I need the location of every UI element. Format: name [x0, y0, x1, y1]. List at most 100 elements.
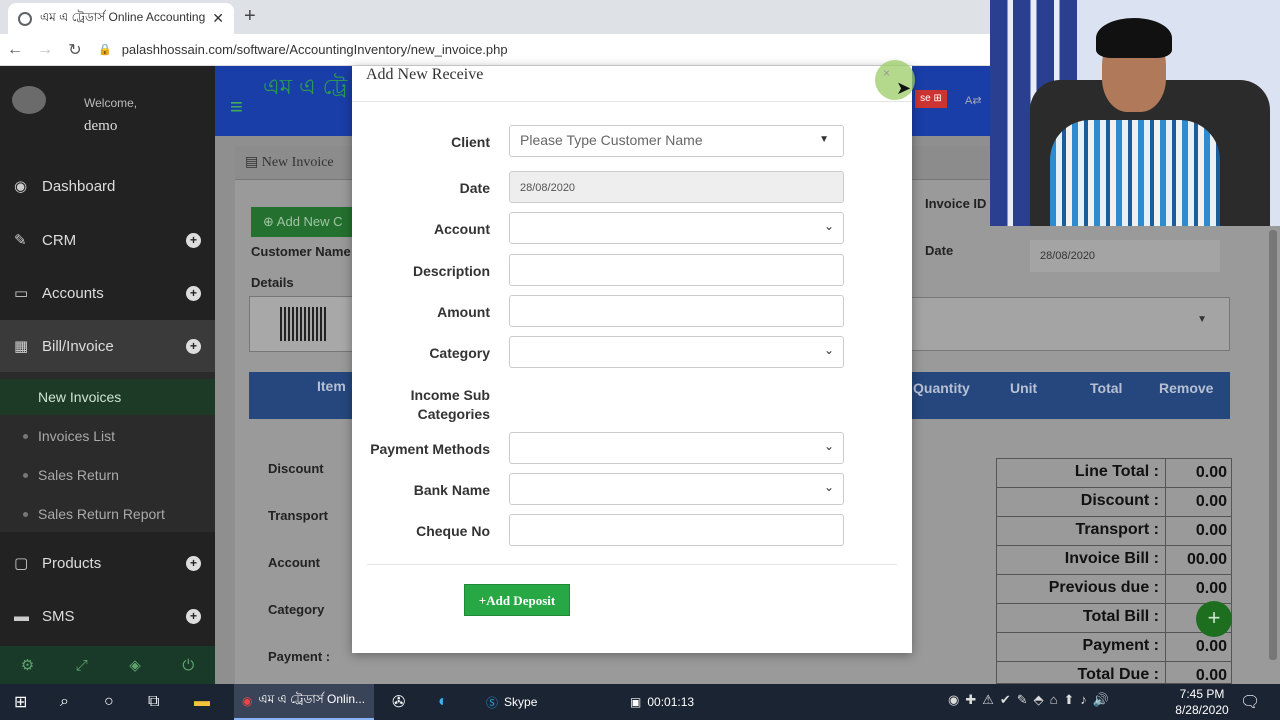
client-select[interactable]: Please Type Customer Name ▼	[509, 125, 844, 157]
lock-screen-icon[interactable]: ◈	[129, 656, 141, 674]
dashboard-icon: ◉	[14, 178, 28, 195]
chevron-down-icon: ⌄	[823, 439, 834, 453]
expand-plus-icon[interactable]: +	[186, 338, 201, 354]
taskbar-chrome-item[interactable]: ◉ এম এ ট্রেডার্স Onlin...	[234, 684, 374, 720]
totals-value: 0.00	[1165, 575, 1231, 603]
notification-icon[interactable]: 🗨	[1240, 692, 1260, 712]
sidebar: Welcome, demo ◉ Dashboard ✎ CRM + ▭ Acco…	[0, 66, 215, 684]
sidebar-item-sms[interactable]: ▬ SMS +	[0, 590, 215, 642]
cortana-icon[interactable]: ○	[104, 684, 114, 720]
browser-tab[interactable]: এম এ ট্রেডার্স Online Accounting ✕	[8, 3, 234, 34]
back-icon[interactable]: ←	[0, 41, 30, 59]
payment-methods-select[interactable]: ⌄	[509, 432, 844, 464]
submenu-sales-return[interactable]: Sales Return	[0, 457, 215, 493]
menu-toggle-icon[interactable]: ≡	[230, 94, 243, 120]
file-explorer-icon[interactable]: ▬	[194, 684, 210, 720]
address-bar[interactable]: 🔒 palashhossain.com/software/AccountingI…	[98, 37, 990, 63]
person-shirt	[1050, 120, 1220, 226]
close-icon[interactable]: ×	[883, 66, 890, 80]
products-icon: ▢	[14, 555, 29, 572]
button-label: Add New C	[276, 214, 343, 229]
sidebar-item-bill-invoice[interactable]: ▦ Bill/Invoice +	[0, 320, 215, 372]
clock-date: 8/28/2020	[1175, 703, 1229, 717]
language-icon[interactable]: A⇄	[965, 94, 982, 107]
reload-icon[interactable]: ↻	[60, 40, 90, 60]
sidebar-item-products[interactable]: ▢ Products +	[0, 537, 215, 589]
amount-input[interactable]	[509, 295, 844, 327]
tab-title: এম এ ট্রেডার্স Online Accounting	[40, 9, 206, 24]
sidebar-item-crm[interactable]: ✎ CRM +	[0, 214, 215, 266]
totals-value: 0.00	[1165, 633, 1231, 661]
totals-row: Line Total : 0.00	[997, 459, 1231, 488]
windows-start-icon[interactable]: ⊞	[14, 684, 27, 720]
add-payment-button[interactable]: +	[1196, 601, 1232, 637]
task-view-icon[interactable]: ⧉	[148, 684, 159, 720]
category-select[interactable]: ⌄	[509, 336, 844, 368]
fullscreen-icon[interactable]: ⤢	[76, 657, 88, 674]
system-clock[interactable]: 7:45 PM 8/28/2020	[1172, 686, 1232, 718]
discount-label: Discount	[268, 461, 324, 476]
panel-title: ▤ New Invoice	[245, 155, 334, 170]
chevron-down-icon: ⌄	[823, 219, 834, 233]
cheque-no-input[interactable]	[509, 514, 844, 546]
caret-down-icon: ▼	[819, 134, 829, 145]
invoice-id-label: Invoice ID	[925, 196, 987, 211]
search-icon[interactable]: ⌕	[60, 684, 69, 720]
taskbar-skype-item[interactable]: Ⓢ Skype	[480, 684, 576, 720]
totals-label: Total Due :	[1077, 666, 1159, 683]
submenu-new-invoices[interactable]: New Invoices	[0, 379, 215, 415]
sidebar-item-label: Accounts	[42, 284, 104, 302]
client-label: Client	[451, 134, 490, 150]
barcode-button[interactable]	[249, 296, 359, 352]
cheque-no-label: Cheque No	[416, 523, 490, 539]
invoice-date-field[interactable]: 28/08/2020	[1030, 240, 1220, 272]
new-tab-button[interactable]: +	[244, 5, 256, 28]
username: demo	[84, 118, 118, 134]
totals-value: 0.00	[1165, 517, 1231, 545]
recorder-item[interactable]: ▣ 00:01:13	[630, 684, 710, 720]
totals-label: Previous due :	[1048, 579, 1159, 596]
sidebar-item-dashboard[interactable]: ◉ Dashboard	[0, 160, 215, 212]
bank-name-select[interactable]: ⌄	[509, 473, 844, 505]
description-input[interactable]	[509, 254, 844, 286]
add-new-customer-button[interactable]: ⊕ Add New C	[251, 207, 361, 237]
category-field-label: Category	[429, 345, 490, 361]
sidebar-item-accounts[interactable]: ▭ Accounts +	[0, 267, 215, 319]
settings-app-icon[interactable]: ✇	[392, 684, 405, 720]
account-select[interactable]: ⌄	[509, 212, 844, 244]
sidebar-footer: ⚙ ⤢ ◈ ⏻	[0, 646, 215, 684]
header-action-button[interactable]: se ⊞	[915, 90, 947, 108]
submenu-invoices-list[interactable]: Invoices List	[0, 418, 215, 454]
edge-icon[interactable]: ◐	[438, 684, 448, 720]
payment-label: Payment :	[268, 649, 331, 664]
expand-plus-icon[interactable]: +	[186, 232, 201, 248]
submenu-sales-return-report[interactable]: Sales Return Report	[0, 496, 215, 532]
webcam-overlay	[990, 0, 1280, 226]
totals-label: Invoice Bill :	[1064, 550, 1159, 567]
expand-plus-icon[interactable]: +	[186, 285, 201, 301]
sidebar-item-label: Dashboard	[42, 177, 116, 195]
expand-plus-icon[interactable]: +	[186, 608, 201, 624]
add-deposit-button[interactable]: +Add Deposit	[464, 584, 570, 616]
settings-icon[interactable]: ⚙	[21, 656, 34, 674]
date-field[interactable]: 28/08/2020	[509, 171, 844, 203]
totals-label: Line Total :	[1074, 463, 1159, 480]
browser-tabstrip: এম এ ট্রেডার্স Online Accounting ✕ +	[0, 0, 990, 34]
system-tray-icons[interactable]: ◉✚⚠✔✎⬘⌂⬆♪🔊	[948, 692, 1115, 708]
date-field-label: Date	[459, 180, 490, 196]
skype-icon: Ⓢ	[486, 695, 499, 710]
bullet-icon	[23, 511, 28, 517]
clock-time: 7:45 PM	[1179, 687, 1225, 701]
welcome-text: Welcome,	[84, 96, 138, 110]
totals-label: Transport :	[1075, 521, 1159, 538]
invoice-select[interactable]: ▼	[905, 297, 1230, 351]
forward-icon[interactable]: →	[30, 41, 60, 59]
expand-plus-icon[interactable]: +	[186, 555, 201, 571]
browser-toolbar: ← → ↻ 🔒 palashhossain.com/software/Accou…	[0, 34, 990, 66]
scrollbar-thumb[interactable]	[1269, 230, 1277, 660]
power-icon[interactable]: ⏻	[182, 657, 194, 674]
tab-close-icon[interactable]: ✕	[212, 10, 224, 27]
th-unit: Unit	[1010, 380, 1038, 396]
totals-label: Payment :	[1082, 637, 1159, 654]
recorder-icon: ▣	[630, 695, 642, 709]
